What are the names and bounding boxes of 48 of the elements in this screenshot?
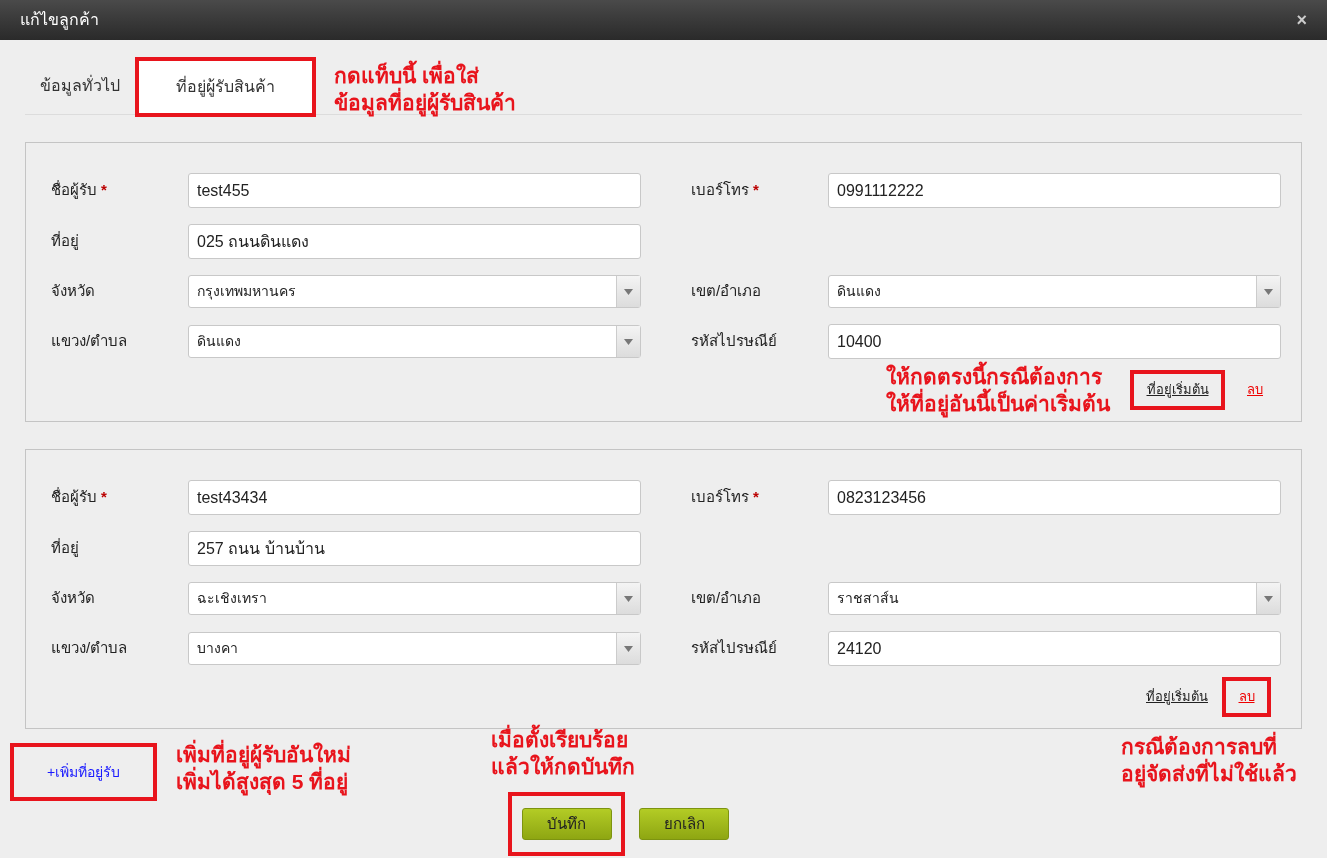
select-field[interactable]: ดินแดง [188, 325, 641, 358]
input-field[interactable]: 24120 [828, 631, 1281, 666]
close-button[interactable]: × [1296, 11, 1307, 29]
select-field[interactable]: บางคา [188, 632, 641, 665]
input-field[interactable]: test43434 [188, 480, 641, 515]
required-mark: * [101, 487, 107, 508]
field-label: เขต/อำเภอ [691, 588, 762, 609]
input-field[interactable]: 257 ถนน บ้านบ้าน [188, 531, 641, 566]
tab[interactable]: ที่อยู่ผู้รับสินค้า [139, 61, 312, 113]
default-address-link[interactable]: ที่อยู่เริ่มต้น [1146, 687, 1208, 707]
input-field[interactable]: 025 ถนนดินแดง [188, 224, 641, 259]
annotation-note: กดแท็บนี้ เพื่อใส่ ข้อมูลที่อยู่ผู้รับสินค้า [334, 62, 516, 116]
field-label: แขวง/ตำบล [51, 331, 128, 352]
field-label: เขต/อำเภอ [691, 281, 762, 302]
annotation-note: กรณีต้องการลบที่ อยู่จัดส่งที่ไม่ใช้แล้ว [1121, 733, 1297, 787]
action-button[interactable]: บันทึก [521, 808, 612, 840]
input-field[interactable]: test455 [188, 173, 641, 208]
annotation-note: ให้กดตรงนี้กรณีต้องการ ให้ที่อยู่อันนี้เป็นค่าเริ่มต้น [886, 363, 1110, 417]
add-address-link[interactable]: +เพิ่มที่อยู่รับ [46, 761, 121, 783]
field-label: เบอร์โทร [691, 487, 749, 508]
dialog-title: แก้ไขลูกค้า [20, 10, 99, 32]
field-label: ที่อยู่ [51, 537, 79, 559]
field-label: แขวง/ตำบล [51, 638, 128, 659]
select-field[interactable]: ดินแดง [828, 275, 1281, 308]
input-field[interactable]: 0991112222 [828, 173, 1281, 208]
field-label: ชื่อผู้รับ [51, 179, 97, 201]
field-label: เบอร์โทร [691, 180, 749, 201]
delete-link[interactable]: ลบ [1239, 380, 1271, 400]
field-label: รหัสไปรษณีย์ [691, 638, 777, 659]
field-label: ที่อยู่ [51, 230, 79, 252]
action-button[interactable]: ยกเลิก [639, 808, 729, 840]
select-field[interactable]: ฉะเชิงเทรา [188, 582, 641, 615]
tab[interactable]: ข้อมูลทั่วไป [25, 63, 135, 109]
required-mark: * [753, 487, 759, 508]
select-field[interactable]: ราชสาส์น [828, 582, 1281, 615]
field-label: จังหวัด [51, 588, 95, 609]
required-mark: * [101, 180, 107, 201]
field-label: จังหวัด [51, 281, 95, 302]
field-label: รหัสไปรษณีย์ [691, 331, 777, 352]
default-address-link[interactable]: ที่อยู่เริ่มต้น [1146, 380, 1209, 400]
annotation-note: เพิ่มที่อยู่ผู้รับอันใหม่ เพิ่มได้สูงสุด 5 ที่อยู่ [176, 741, 351, 795]
required-mark: * [753, 180, 759, 201]
delete-link[interactable]: ลบ [1230, 687, 1263, 707]
annotation-note: เมื่อตั้งเรียบร้อย แล้วให้กดบันทึก [491, 726, 729, 780]
input-field[interactable]: 0823123456 [828, 480, 1281, 515]
field-label: ชื่อผู้รับ [51, 486, 97, 508]
select-field[interactable]: กรุงเทพมหานคร [188, 275, 641, 308]
input-field[interactable]: 10400 [828, 324, 1281, 359]
